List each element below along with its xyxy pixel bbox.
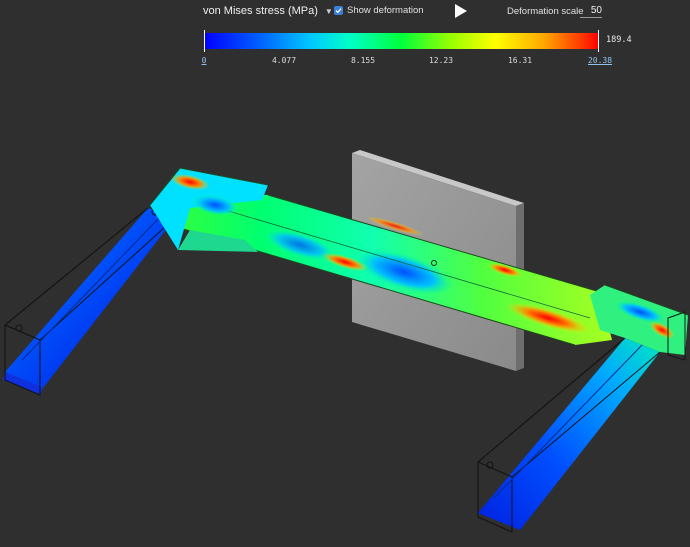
left-leg-beam [3, 207, 176, 396]
fea-viewport[interactable] [0, 0, 690, 547]
